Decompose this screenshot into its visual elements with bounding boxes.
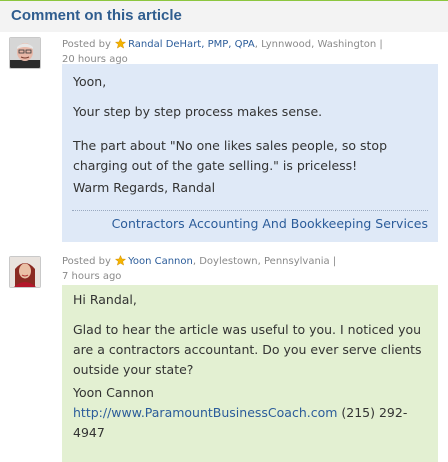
meta-separator: |	[379, 39, 383, 50]
comment-line: The part about "No one likes sales peopl…	[73, 138, 388, 173]
avatar-yoon[interactable]	[9, 256, 41, 288]
author-link[interactable]: Randal DeHart, PMP, QPA	[128, 39, 255, 50]
contact-line: http://www.ParamountBusinessCoach.com (2…	[73, 403, 427, 443]
signature-link[interactable]: Contractors Accounting And Bookkeeping S…	[112, 216, 428, 231]
comments-header: Comment on this article	[0, 0, 448, 32]
comment-line: Yoon Cannon	[73, 385, 154, 400]
comment-meta: Posted by Randal DeHart, PMP, QPA, Lynnw…	[62, 37, 432, 66]
comment-line: Your step by step process makes sense.	[73, 104, 323, 119]
comment-time: 7 hours ago	[62, 271, 122, 282]
signature: Contractors Accounting And Bookkeeping S…	[72, 210, 428, 234]
comment-meta: Posted by Yoon Cannon, Doylestown, Penns…	[62, 254, 432, 283]
comment-line: Hi Randal,	[73, 292, 137, 307]
posted-by-label: Posted by	[62, 256, 111, 267]
comment-line: Warm Regards, Randal	[73, 180, 216, 195]
comment-body: Yoon, Your step by step process makes se…	[62, 64, 438, 242]
website-link[interactable]: http://www.ParamountBusinessCoach.com	[73, 405, 337, 420]
star-icon	[114, 37, 127, 53]
star-icon	[114, 254, 127, 270]
author-location: , Lynnwood, Washington	[254, 39, 377, 50]
comments-title: Comment on this article	[11, 7, 182, 24]
posted-by-label: Posted by	[62, 39, 111, 50]
comment-line: Yoon,	[73, 74, 107, 89]
comment-line: Glad to hear the article was useful to y…	[73, 322, 422, 377]
author-location: , Doylestown, Pennsylvania	[192, 256, 330, 267]
comment-body: Hi Randal, Glad to hear the article was …	[62, 285, 438, 462]
author-link[interactable]: Yoon Cannon	[128, 256, 193, 267]
avatar-randal[interactable]	[9, 37, 41, 69]
meta-separator: |	[332, 256, 337, 267]
